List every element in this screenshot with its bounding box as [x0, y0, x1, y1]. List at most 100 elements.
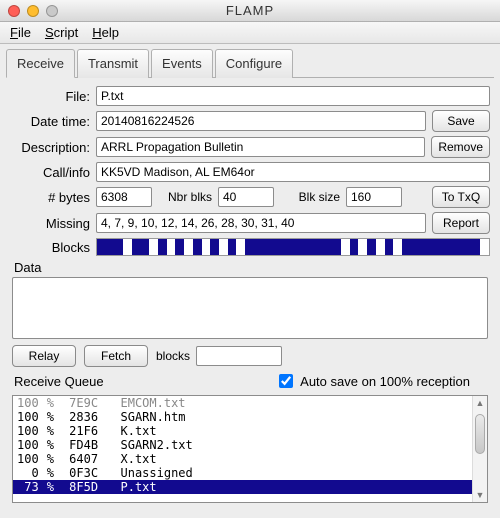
block-received [350, 239, 359, 255]
report-button[interactable]: Report [432, 212, 490, 234]
col-unit: % [43, 480, 58, 494]
missing-field[interactable] [96, 213, 426, 233]
block-received [132, 239, 149, 255]
label-blocks: Blocks [10, 240, 90, 255]
col-id: 7E9C [58, 396, 117, 410]
col-pct: 73 [13, 480, 43, 494]
bytes-field[interactable] [96, 187, 152, 207]
col-unit: % [43, 396, 58, 410]
queue-row[interactable]: 100% 6407 X.txt [13, 452, 487, 466]
menu-help[interactable]: Help [92, 25, 119, 40]
block-missing [393, 239, 402, 255]
tab-configure[interactable]: Configure [215, 49, 293, 78]
menubar: File Script Help [0, 22, 500, 44]
col-id: 6407 [58, 452, 117, 466]
block-missing [219, 239, 228, 255]
col-id: 8F5D [58, 480, 117, 494]
tab-events[interactable]: Events [151, 49, 213, 78]
col-pct: 100 [13, 396, 43, 410]
col-name: K.txt [117, 424, 488, 438]
label-date: Date time: [10, 114, 90, 129]
tabs: Receive Transmit Events Configure [6, 48, 494, 78]
remove-button[interactable]: Remove [431, 136, 490, 158]
save-button[interactable]: Save [432, 110, 490, 132]
block-received [158, 239, 167, 255]
blocks-input[interactable] [196, 346, 282, 366]
col-pct: 100 [13, 410, 43, 424]
queue-row[interactable]: 0% 0F3C Unassigned [13, 466, 487, 480]
receive-queue[interactable]: 100% 7E9C EMCOM.txt100% 2836 SGARN.htm10… [12, 395, 488, 503]
label-file: File: [10, 89, 90, 104]
block-missing [358, 239, 367, 255]
block-received [193, 239, 202, 255]
col-id: 21F6 [58, 424, 117, 438]
totxq-button[interactable]: To TxQ [432, 186, 490, 208]
receive-panel: File: Date time: Save Description: Remov… [0, 78, 500, 507]
block-received [228, 239, 237, 255]
label-blksz: Blk size [274, 190, 340, 204]
scroll-thumb[interactable] [475, 414, 485, 454]
window-title: FLAMP [0, 3, 500, 18]
menu-file[interactable]: File [10, 25, 31, 40]
queue-row[interactable]: 100% 2836 SGARN.htm [13, 410, 487, 424]
autosave-check[interactable]: Auto save on 100% reception [275, 371, 470, 391]
queue-row[interactable]: 73% 8F5D P.txt [13, 480, 487, 494]
queue-row[interactable]: 100% 21F6 K.txt [13, 424, 487, 438]
blksz-field[interactable] [346, 187, 402, 207]
col-name: SGARN2.txt [117, 438, 488, 452]
col-pct: 100 [13, 438, 43, 452]
nblks-field[interactable] [218, 187, 274, 207]
col-unit: % [43, 466, 58, 480]
relay-button[interactable]: Relay [12, 345, 76, 367]
queue-row[interactable]: 100% 7E9C EMCOM.txt [13, 396, 487, 410]
label-queue: Receive Queue [14, 374, 104, 389]
label-blocks2: blocks [156, 349, 190, 363]
label-call: Call/info [10, 165, 90, 180]
scroll-down-icon[interactable]: ▼ [473, 488, 487, 502]
col-pct: 100 [13, 424, 43, 438]
col-unit: % [43, 424, 58, 438]
block-missing [202, 239, 211, 255]
tab-receive[interactable]: Receive [6, 49, 75, 78]
col-id: FD4B [58, 438, 117, 452]
col-unit: % [43, 452, 58, 466]
col-pct: 0 [13, 466, 43, 480]
label-bytes: # bytes [10, 190, 90, 205]
label-missing: Missing [10, 216, 90, 231]
label-data: Data [14, 260, 490, 275]
label-desc: Description: [10, 140, 90, 155]
col-unit: % [43, 410, 58, 424]
label-nblks: Nbr blks [152, 190, 212, 204]
tab-transmit[interactable]: Transmit [77, 49, 149, 78]
scroll-up-icon[interactable]: ▲ [473, 396, 487, 410]
col-id: 2836 [58, 410, 117, 424]
block-missing [236, 239, 245, 255]
file-field[interactable] [96, 86, 490, 106]
block-missing [341, 239, 350, 255]
blocks-strip [96, 238, 490, 256]
autosave-checkbox[interactable] [279, 374, 293, 388]
date-field[interactable] [96, 111, 426, 131]
block-missing [480, 239, 489, 255]
col-pct: 100 [13, 452, 43, 466]
block-received [402, 239, 480, 255]
block-missing [123, 239, 132, 255]
desc-field[interactable] [96, 137, 425, 157]
scrollbar[interactable]: ▲ ▼ [472, 396, 487, 502]
col-unit: % [43, 438, 58, 452]
fetch-button[interactable]: Fetch [84, 345, 148, 367]
menu-script[interactable]: Script [45, 25, 78, 40]
col-name: Unassigned [117, 466, 488, 480]
col-name: EMCOM.txt [117, 396, 488, 410]
data-box[interactable] [12, 277, 488, 339]
queue-row[interactable]: 100% FD4B SGARN2.txt [13, 438, 487, 452]
titlebar: FLAMP [0, 0, 500, 22]
col-name: P.txt [117, 480, 488, 494]
col-name: SGARN.htm [117, 410, 488, 424]
autosave-label: Auto save on 100% reception [300, 374, 470, 389]
col-id: 0F3C [58, 466, 117, 480]
block-received [385, 239, 394, 255]
call-field[interactable] [96, 162, 490, 182]
block-missing [149, 239, 158, 255]
block-received [245, 239, 341, 255]
